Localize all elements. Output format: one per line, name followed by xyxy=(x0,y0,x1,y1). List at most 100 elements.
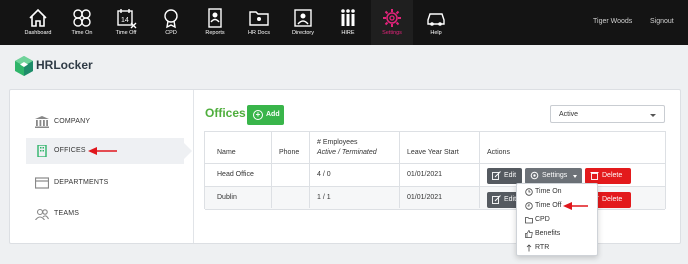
nav-help[interactable]: Help xyxy=(415,0,457,45)
column-divider xyxy=(309,132,310,208)
edit-icon xyxy=(492,171,501,180)
add-button-label: Add xyxy=(266,111,280,118)
add-office-button[interactable]: + Add xyxy=(247,105,284,125)
nav-time-off[interactable]: 14 Time Off xyxy=(105,0,147,45)
header-employees: # Employees xyxy=(317,139,358,146)
house-icon xyxy=(29,8,47,27)
menu-item-cpd-label: CPD xyxy=(535,216,550,223)
nav-cpd-label: CPD xyxy=(165,30,177,36)
clock-icon xyxy=(525,188,533,196)
sidebar-item-teams[interactable]: TEAMS xyxy=(26,201,184,227)
building-icon xyxy=(37,145,47,157)
status-filter-select[interactable]: Active xyxy=(550,105,665,123)
header-actions: Actions xyxy=(487,149,510,156)
sidebar-item-company[interactable]: COMPANY xyxy=(26,109,184,135)
nav-hr-docs[interactable]: HR Docs xyxy=(238,0,280,45)
delete-button-label: Delete xyxy=(602,196,623,203)
top-navigation: Dashboard Time On 14 Time Off CPD Report… xyxy=(0,0,688,45)
cell-name: Dublin xyxy=(217,194,237,201)
settings-button-label: Settings xyxy=(542,172,568,179)
cell-employees: 4 / 0 xyxy=(317,171,331,178)
nav-time-off-label: Time Off xyxy=(115,30,137,36)
nav-reports[interactable]: Reports xyxy=(194,0,236,45)
hire-icon xyxy=(341,9,355,26)
sidebar-label-offices: OFFICES xyxy=(54,147,86,154)
folder-icon xyxy=(249,11,269,26)
annotation-arrow xyxy=(88,147,117,155)
nav-directory-label: Directory xyxy=(291,30,314,36)
chevron-down-icon xyxy=(573,175,577,178)
row-settings-dropdown[interactable]: Settings xyxy=(525,168,582,184)
thumbs-up-icon xyxy=(525,230,533,238)
nav-help-label: Help xyxy=(430,30,442,36)
page-title: Offices xyxy=(205,106,246,120)
user-name-link[interactable]: Tiger Woods xyxy=(593,18,632,25)
edit-icon xyxy=(492,195,501,204)
header-leave-year: Leave Year Start xyxy=(407,149,459,156)
clock-off-icon xyxy=(525,202,533,210)
cell-name: Head Office xyxy=(217,171,254,178)
nav-dashboard[interactable]: Dashboard xyxy=(17,0,59,45)
nav-cpd[interactable]: CPD xyxy=(150,0,192,45)
column-divider xyxy=(479,132,480,208)
annotation-arrow xyxy=(563,202,588,210)
header-employees-sub: Active / Terminated xyxy=(317,149,377,156)
table-header: Name Phone # Employees Active / Terminat… xyxy=(205,132,665,164)
signout-link[interactable]: Signout xyxy=(650,18,674,25)
nav-hr-docs-label: HR Docs xyxy=(247,30,270,36)
menu-item-time-on-label: Time On xyxy=(535,188,562,195)
header-name: Name xyxy=(217,149,236,156)
logo-text: HRLocker xyxy=(36,58,93,72)
menu-item-rtr[interactable]: RTR xyxy=(525,242,597,254)
column-divider xyxy=(399,132,400,208)
bank-icon xyxy=(35,116,49,128)
hrlocker-logo-icon xyxy=(15,56,33,76)
edit-button[interactable]: Edit xyxy=(487,168,522,184)
cell-leave-year: 01/01/2021 xyxy=(407,194,443,201)
nav-directory[interactable]: Directory xyxy=(282,0,324,45)
plus-icon: + xyxy=(253,110,263,120)
cell-employees: 1 / 1 xyxy=(317,194,331,201)
time-on-icon xyxy=(73,9,91,27)
arrow-up-icon xyxy=(526,244,532,252)
nav-reports-label: Reports xyxy=(205,30,225,36)
trash-icon xyxy=(590,172,599,180)
nav-time-on-label: Time On xyxy=(71,30,93,36)
menu-item-benefits[interactable]: Benefits xyxy=(525,228,597,240)
svg-text:14: 14 xyxy=(121,17,129,24)
calendar-icon: 14 xyxy=(117,9,137,29)
folder-icon xyxy=(525,217,533,224)
chevron-down-icon xyxy=(650,114,656,117)
edit-button-label: Edit xyxy=(504,172,517,179)
sidebar-label-teams: TEAMS xyxy=(54,210,80,217)
departments-icon xyxy=(35,177,49,189)
sidebar-label-company: COMPANY xyxy=(54,118,91,125)
nav-hire[interactable]: HIRE xyxy=(327,0,369,45)
nav-dashboard-label: Dashboard xyxy=(24,30,52,36)
row-settings-menu: Time On Time Off CPD Benefits RTR xyxy=(516,183,598,256)
header-phone: Phone xyxy=(279,149,300,156)
menu-item-cpd[interactable]: CPD xyxy=(525,214,597,226)
award-icon xyxy=(164,9,178,29)
hrlocker-logo[interactable]: HRLocker xyxy=(14,55,114,77)
menu-item-benefits-label: Benefits xyxy=(535,230,561,237)
sidebar-label-departments: DEPARTMENTS xyxy=(54,179,109,186)
directory-icon xyxy=(294,9,312,27)
nav-settings[interactable]: Settings xyxy=(371,0,413,45)
sidebar-item-departments[interactable]: DEPARTMENTS xyxy=(26,170,184,196)
delete-button[interactable]: Delete xyxy=(585,168,631,184)
reports-icon xyxy=(208,8,222,28)
team-icon xyxy=(35,208,49,220)
gear-icon xyxy=(530,171,539,180)
menu-item-rtr-label: RTR xyxy=(535,244,550,251)
car-icon xyxy=(427,13,445,26)
edit-button-label: Edit xyxy=(504,196,517,203)
nav-hire-label: HIRE xyxy=(341,30,355,36)
settings-sidebar: COMPANY OFFICES DEPARTMENTS TEAMS xyxy=(10,90,194,243)
nav-time-on[interactable]: Time On xyxy=(61,0,103,45)
status-filter-value: Active xyxy=(559,111,579,118)
menu-item-time-on[interactable]: Time On xyxy=(525,186,597,198)
cell-leave-year: 01/01/2021 xyxy=(407,171,443,178)
nav-settings-label: Settings xyxy=(382,30,402,36)
column-divider xyxy=(271,132,272,208)
